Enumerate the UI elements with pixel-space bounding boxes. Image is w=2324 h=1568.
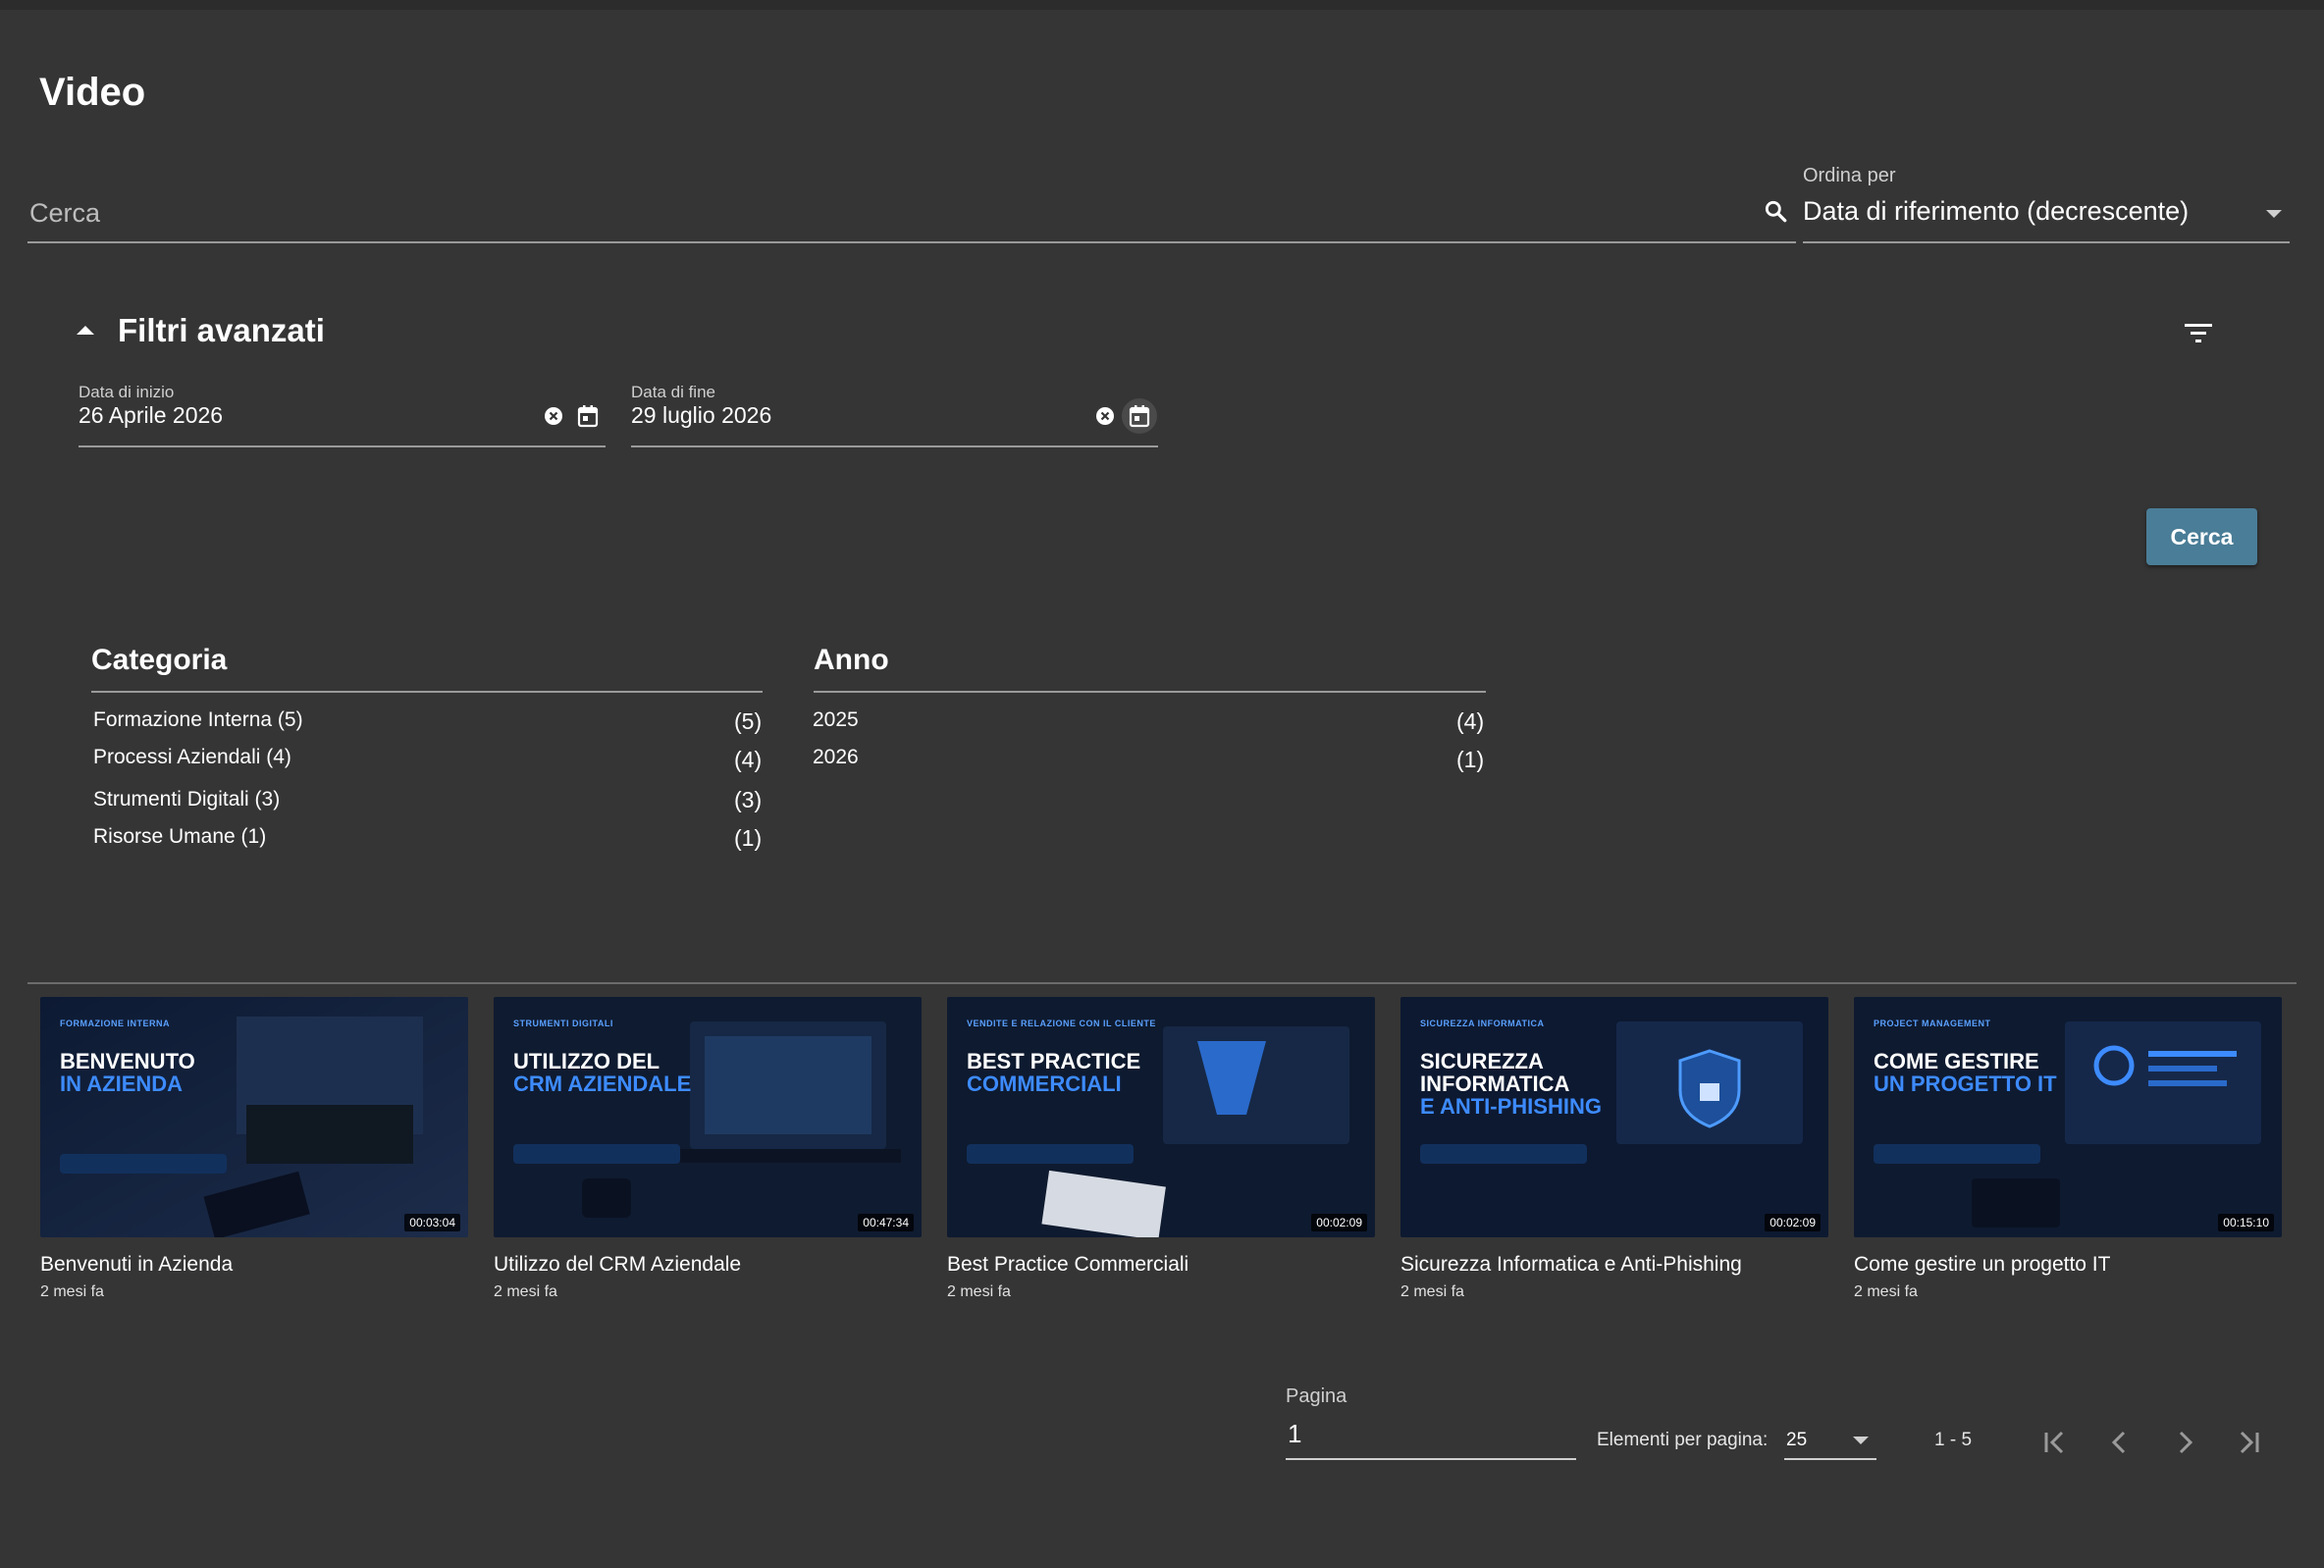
search-field[interactable] <box>27 186 1796 243</box>
thumbnail-image <box>947 997 1375 1237</box>
end-date-value: 29 luglio 2026 <box>631 402 772 428</box>
video-card[interactable]: PROJECT MANAGEMENT COME GESTIRE UN PROGET… <box>1854 997 2282 1300</box>
search-icon[interactable] <box>1763 198 1788 224</box>
duration-badge: 00:47:34 <box>858 1214 914 1231</box>
first-page-icon[interactable] <box>2035 1423 2075 1462</box>
video-title[interactable]: Come gestire un progetto IT <box>1854 1253 2110 1277</box>
video-thumbnail[interactable]: SICUREZZA INFORMATICA SICUREZZA INFORMAT… <box>1400 997 1828 1237</box>
duration-badge: 00:02:09 <box>1765 1214 1821 1231</box>
video-date: 2 mesi fa <box>1854 1283 1918 1300</box>
page-input[interactable] <box>1286 1415 1564 1452</box>
video-thumbnail[interactable]: FORMAZIONE INTERNA BENVENUTO IN AZIENDA 0… <box>40 997 468 1237</box>
category-item-label[interactable]: Processi Aziendali (4) <box>93 746 291 769</box>
category-item-count: (3) <box>734 787 763 812</box>
year-item-label[interactable]: 2026 <box>813 746 859 769</box>
year-facet-title: Anno <box>814 644 889 676</box>
section-divider <box>27 982 2297 984</box>
sort-label: Ordina per <box>1803 165 1896 186</box>
category-item-count: (5) <box>734 708 763 734</box>
category-item-count: (4) <box>734 747 763 772</box>
clear-circle-icon[interactable] <box>544 406 563 426</box>
start-date-value: 26 Aprile 2026 <box>79 402 224 428</box>
thumbnail-headline: BENVENUTO IN AZIENDA <box>60 1049 195 1096</box>
top-edge <box>0 0 2324 10</box>
chevron-down-icon <box>2266 210 2282 218</box>
video-card[interactable]: SICUREZZA INFORMATICA SICUREZZA INFORMAT… <box>1400 997 1828 1300</box>
thumbnail-headline: COME GESTIRE UN PROGETTO IT <box>1874 1049 2057 1096</box>
video-thumbnail[interactable]: STRUMENTI DIGITALI UTILIZZO DEL CRM AZIEN… <box>494 997 922 1237</box>
video-card[interactable]: STRUMENTI DIGITALI UTILIZZO DEL CRM AZIEN… <box>494 997 922 1300</box>
thumbnail-kicker: FORMAZIONE INTERNA <box>60 1019 170 1028</box>
year-item-count: (1) <box>1456 747 1485 772</box>
thumbnail-headline: SICUREZZA INFORMATICA E ANTI-PHISHING <box>1420 1049 1602 1119</box>
thumbnail-image <box>1854 997 2282 1237</box>
per-page-select[interactable]: 25 <box>1784 1421 1876 1460</box>
filter-list-icon[interactable] <box>2183 321 2214 344</box>
duration-badge: 00:02:09 <box>1311 1214 1367 1231</box>
category-facet-divider <box>91 691 763 693</box>
thumbnail-headline: BEST PRACTICE COMMERCIALI <box>967 1049 1141 1096</box>
filters-title[interactable]: Filtri avanzati <box>118 312 325 349</box>
per-page-label: Elementi per pagina: <box>1597 1430 1769 1450</box>
category-item-label[interactable]: Strumenti Digitali (3) <box>93 788 280 811</box>
page-range: 1 - 5 <box>1934 1430 1973 1450</box>
video-title[interactable]: Best Practice Commerciali <box>947 1253 1188 1277</box>
year-item-label[interactable]: 2025 <box>813 708 859 732</box>
thumbnail-headline: UTILIZZO DEL CRM AZIENDALE <box>513 1049 692 1096</box>
last-page-icon[interactable] <box>2229 1423 2268 1462</box>
video-date: 2 mesi fa <box>40 1283 104 1300</box>
end-date-field[interactable]: 29 luglio 2026 <box>631 387 1158 447</box>
video-thumbnail[interactable]: VENDITE E RELAZIONE CON IL CLIENTE BEST … <box>947 997 1375 1237</box>
video-date: 2 mesi fa <box>494 1283 557 1300</box>
video-thumbnail[interactable]: PROJECT MANAGEMENT COME GESTIRE UN PROGET… <box>1854 997 2282 1237</box>
video-date: 2 mesi fa <box>1400 1283 1464 1300</box>
chevron-down-icon <box>1853 1437 1869 1444</box>
sort-value: Data di riferimento (decrescente) <box>1803 196 2190 226</box>
thumbnail-kicker: PROJECT MANAGEMENT <box>1874 1019 1991 1028</box>
chevron-left-icon[interactable] <box>2100 1423 2139 1462</box>
start-date-field[interactable]: 26 Aprile 2026 <box>79 387 606 447</box>
thumbnail-kicker: STRUMENTI DIGITALI <box>513 1019 613 1028</box>
year-item-count: (4) <box>1456 708 1485 734</box>
clear-circle-icon[interactable] <box>1095 406 1115 426</box>
calendar-icon[interactable] <box>1129 404 1150 428</box>
category-item-label[interactable]: Risorse Umane (1) <box>93 825 266 849</box>
video-title[interactable]: Benvenuti in Azienda <box>40 1253 233 1277</box>
category-item-label[interactable]: Formazione Interna (5) <box>93 708 303 732</box>
category-item-count: (1) <box>734 825 763 851</box>
sort-select[interactable]: Data di riferimento (decrescente) <box>1803 186 2290 243</box>
duration-badge: 00:15:10 <box>2218 1214 2274 1231</box>
thumbnail-kicker: SICUREZZA INFORMATICA <box>1420 1019 1545 1028</box>
chevron-right-icon[interactable] <box>2165 1423 2204 1462</box>
thumbnail-kicker: VENDITE E RELAZIONE CON IL CLIENTE <box>967 1019 1156 1028</box>
video-date: 2 mesi fa <box>947 1283 1011 1300</box>
video-card[interactable]: FORMAZIONE INTERNA BENVENUTO IN AZIENDA 0… <box>40 997 468 1300</box>
page-label: Pagina <box>1286 1385 1347 1407</box>
video-title[interactable]: Utilizzo del CRM Aziendale <box>494 1253 741 1277</box>
video-title[interactable]: Sicurezza Informatica e Anti-Phishing <box>1400 1253 1742 1277</box>
duration-badge: 00:03:04 <box>404 1214 460 1231</box>
search-input[interactable] <box>27 192 1739 234</box>
thumbnail-image <box>40 997 468 1237</box>
search-button[interactable]: Cerca <box>2146 508 2257 565</box>
thumbnail-image <box>494 997 922 1237</box>
year-facet-divider <box>814 691 1486 693</box>
page-title: Video <box>39 71 146 114</box>
video-card[interactable]: VENDITE E RELAZIONE CON IL CLIENTE BEST … <box>947 997 1375 1300</box>
per-page-value: 25 <box>1786 1430 1808 1450</box>
calendar-icon[interactable] <box>577 404 599 428</box>
category-facet-title: Categoria <box>91 644 228 676</box>
page-field[interactable] <box>1286 1411 1576 1460</box>
collapse-arrow-icon[interactable] <box>77 326 94 335</box>
